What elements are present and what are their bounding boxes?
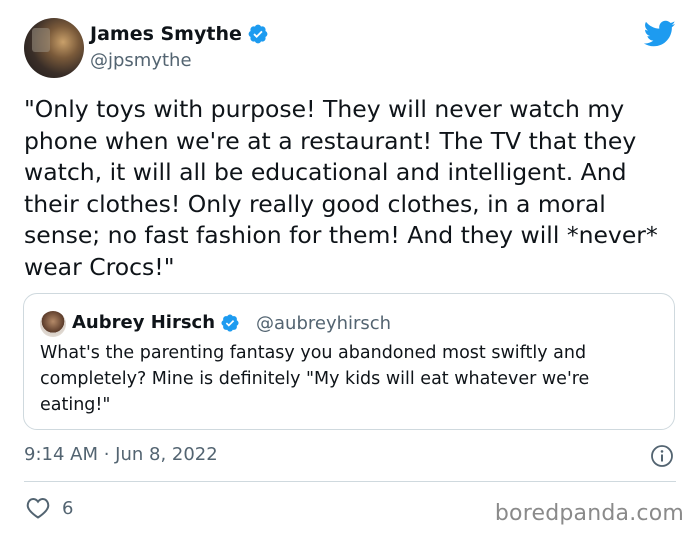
author-handle[interactable]: @jpsmythe	[90, 50, 192, 71]
author-avatar[interactable]	[24, 18, 84, 78]
quoted-author-name-row[interactable]: Aubrey Hirsch	[72, 312, 240, 333]
quoted-author-handle[interactable]: @aubreyhirsch	[256, 313, 391, 334]
like-count: 6	[62, 497, 74, 519]
author-name[interactable]: James Smythe	[90, 23, 242, 45]
quoted-author-avatar[interactable]	[40, 311, 66, 337]
watermark: boredpanda.com	[494, 501, 684, 526]
tweet-text: "Only toys with purpose! They will never…	[24, 95, 666, 281]
author-name-row[interactable]: James Smythe	[90, 23, 269, 45]
quoted-author-name[interactable]: Aubrey Hirsch	[72, 312, 215, 333]
twitter-bird-icon[interactable]	[644, 20, 676, 48]
verified-badge-icon	[221, 313, 239, 332]
tweet-timestamp[interactable]: 9:14 AM · Jun 8, 2022	[24, 444, 218, 465]
info-icon[interactable]	[650, 444, 674, 468]
like-button[interactable]: 6	[26, 497, 73, 519]
quoted-tweet[interactable]: Aubrey Hirsch @aubreyhirsch What's the p…	[23, 293, 675, 430]
heart-icon[interactable]	[26, 497, 50, 519]
verified-badge-icon	[248, 24, 268, 44]
quoted-tweet-text: What's the parenting fantasy you abandon…	[40, 343, 590, 415]
divider	[24, 481, 676, 482]
